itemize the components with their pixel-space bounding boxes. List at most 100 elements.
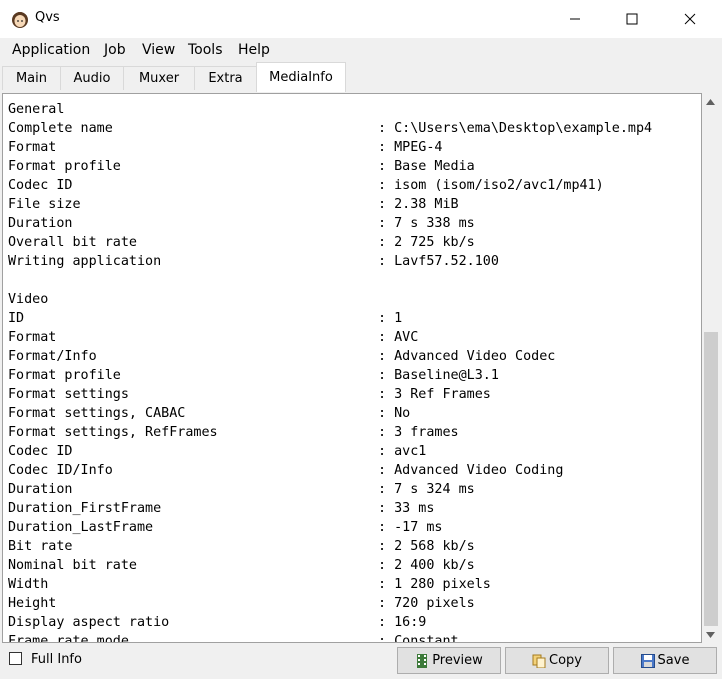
menu-job[interactable]: Job bbox=[104, 42, 126, 58]
close-button[interactable] bbox=[667, 0, 713, 38]
info-key: Overall bit rate bbox=[8, 235, 137, 250]
info-line: Format/Info: Advanced Video Codec bbox=[8, 347, 652, 366]
tab-muxer[interactable]: Muxer bbox=[123, 66, 195, 90]
info-value: -17 ms bbox=[394, 520, 443, 535]
info-separator: : bbox=[378, 349, 395, 364]
info-separator: : bbox=[378, 634, 395, 643]
info-line: Video bbox=[8, 290, 652, 309]
info-key: Writing application bbox=[8, 254, 162, 269]
info-key: Format bbox=[8, 330, 57, 345]
menu-help[interactable]: Help bbox=[238, 42, 270, 58]
info-line: Format: MPEG-4 bbox=[8, 138, 652, 157]
info-line: Overall bit rate: 2 725 kb/s bbox=[8, 233, 652, 252]
info-value: AVC bbox=[394, 330, 419, 345]
info-line: Codec ID: isom (isom/iso2/avc1/mp41) bbox=[8, 176, 652, 195]
info-key: Format settings bbox=[8, 387, 129, 402]
info-value: 1 280 pixels bbox=[394, 577, 491, 592]
tab-audio[interactable]: Audio bbox=[60, 66, 124, 90]
info-value: Advanced Video Codec bbox=[394, 349, 556, 364]
info-key: Format bbox=[8, 140, 57, 155]
info-value: 720 pixels bbox=[394, 596, 475, 611]
preview-label: Preview bbox=[432, 653, 483, 668]
info-separator: : bbox=[378, 311, 395, 326]
info-key: ID bbox=[8, 311, 25, 326]
info-line: Codec ID/Info: Advanced Video Coding bbox=[8, 461, 652, 480]
info-line: Format: AVC bbox=[8, 328, 652, 347]
info-line: File size: 2.38 MiB bbox=[8, 195, 652, 214]
info-line: Duration_LastFrame: -17 ms bbox=[8, 518, 652, 537]
info-separator: : bbox=[378, 235, 395, 250]
film-icon bbox=[417, 653, 428, 668]
info-separator: : bbox=[378, 140, 395, 155]
info-value: 2 400 kb/s bbox=[394, 558, 475, 573]
info-key: Codec ID bbox=[8, 444, 73, 459]
info-key: Format settings, RefFrames bbox=[8, 425, 218, 440]
info-separator: : bbox=[378, 615, 395, 630]
tab-main[interactable]: Main bbox=[2, 66, 61, 90]
info-line: Nominal bit rate: 2 400 kb/s bbox=[8, 556, 652, 575]
maximize-icon bbox=[626, 13, 638, 25]
info-line: General bbox=[8, 100, 652, 119]
close-icon bbox=[684, 13, 696, 25]
title-bar: Qvs bbox=[0, 0, 722, 38]
copy-icon bbox=[532, 654, 546, 668]
info-key: Duration bbox=[8, 216, 73, 231]
info-line: Duration: 7 s 324 ms bbox=[8, 480, 652, 499]
menu-view[interactable]: View bbox=[142, 42, 175, 58]
mediainfo-lines: General Complete name: C:\Users\ema\Deskt… bbox=[8, 100, 653, 643]
tab-extra[interactable]: Extra bbox=[194, 66, 257, 90]
info-key: Format profile bbox=[8, 368, 121, 383]
info-separator: : bbox=[378, 539, 395, 554]
info-key: Nominal bit rate bbox=[8, 558, 137, 573]
info-separator: : bbox=[378, 406, 395, 421]
info-line: Format settings, RefFrames: 3 frames bbox=[8, 423, 652, 442]
info-value: 2 725 kb/s bbox=[394, 235, 475, 250]
info-value: Advanced Video Coding bbox=[394, 463, 564, 478]
full-info-checkbox[interactable] bbox=[9, 652, 22, 665]
menu-bar: Application Job View Tools Help bbox=[0, 38, 722, 62]
info-separator: : bbox=[378, 501, 395, 516]
info-value: Baseline@L3.1 bbox=[394, 368, 499, 383]
info-key: Format profile bbox=[8, 159, 121, 174]
info-key: General bbox=[8, 102, 65, 117]
minimize-button[interactable] bbox=[552, 0, 598, 38]
info-line: Format profile: Base Media bbox=[8, 157, 652, 176]
info-value: avc1 bbox=[394, 444, 427, 459]
info-value: 3 Ref Frames bbox=[394, 387, 491, 402]
preview-button[interactable]: Preview bbox=[397, 647, 501, 674]
info-line: Format profile: Baseline@L3.1 bbox=[8, 366, 652, 385]
info-key: Format settings, CABAC bbox=[8, 406, 186, 421]
save-button[interactable]: Save bbox=[613, 647, 717, 674]
copy-button[interactable]: Copy bbox=[505, 647, 609, 674]
info-value: C:\Users\ema\Desktop\example.mp4 bbox=[394, 121, 653, 136]
floppy-disk-icon bbox=[640, 653, 655, 668]
info-line: Height: 720 pixels bbox=[8, 594, 652, 613]
info-separator: : bbox=[378, 463, 395, 478]
info-key: Video bbox=[8, 292, 49, 307]
menu-tools[interactable]: Tools bbox=[188, 42, 223, 58]
info-separator: : bbox=[378, 254, 395, 269]
mediainfo-text[interactable]: General Complete name: C:\Users\ema\Deskt… bbox=[2, 93, 702, 643]
maximize-button[interactable] bbox=[609, 0, 655, 38]
info-key: File size bbox=[8, 197, 81, 212]
scrollbar-thumb[interactable] bbox=[704, 332, 718, 626]
info-line: ID: 1 bbox=[8, 309, 652, 328]
info-separator: : bbox=[378, 159, 395, 174]
info-value: 3 frames bbox=[394, 425, 459, 440]
info-line: Format settings, CABAC: No bbox=[8, 404, 652, 423]
vertical-scrollbar[interactable] bbox=[702, 93, 719, 643]
info-key: Bit rate bbox=[8, 539, 73, 554]
info-line: Frame rate mode: Constant bbox=[8, 632, 652, 643]
info-line: Width: 1 280 pixels bbox=[8, 575, 652, 594]
info-separator: : bbox=[378, 121, 395, 136]
tab-mediainfo[interactable]: MediaInfo bbox=[256, 62, 346, 92]
info-line: Duration: 7 s 338 ms bbox=[8, 214, 652, 233]
info-separator: : bbox=[378, 387, 395, 402]
info-key: Format/Info bbox=[8, 349, 97, 364]
scroll-up-arrow-icon[interactable] bbox=[702, 93, 719, 110]
info-separator: : bbox=[378, 197, 395, 212]
info-value: 2 568 kb/s bbox=[394, 539, 475, 554]
full-info-label: Full Info bbox=[31, 652, 82, 667]
menu-application[interactable]: Application bbox=[12, 42, 90, 58]
scroll-down-arrow-icon[interactable] bbox=[702, 626, 719, 643]
